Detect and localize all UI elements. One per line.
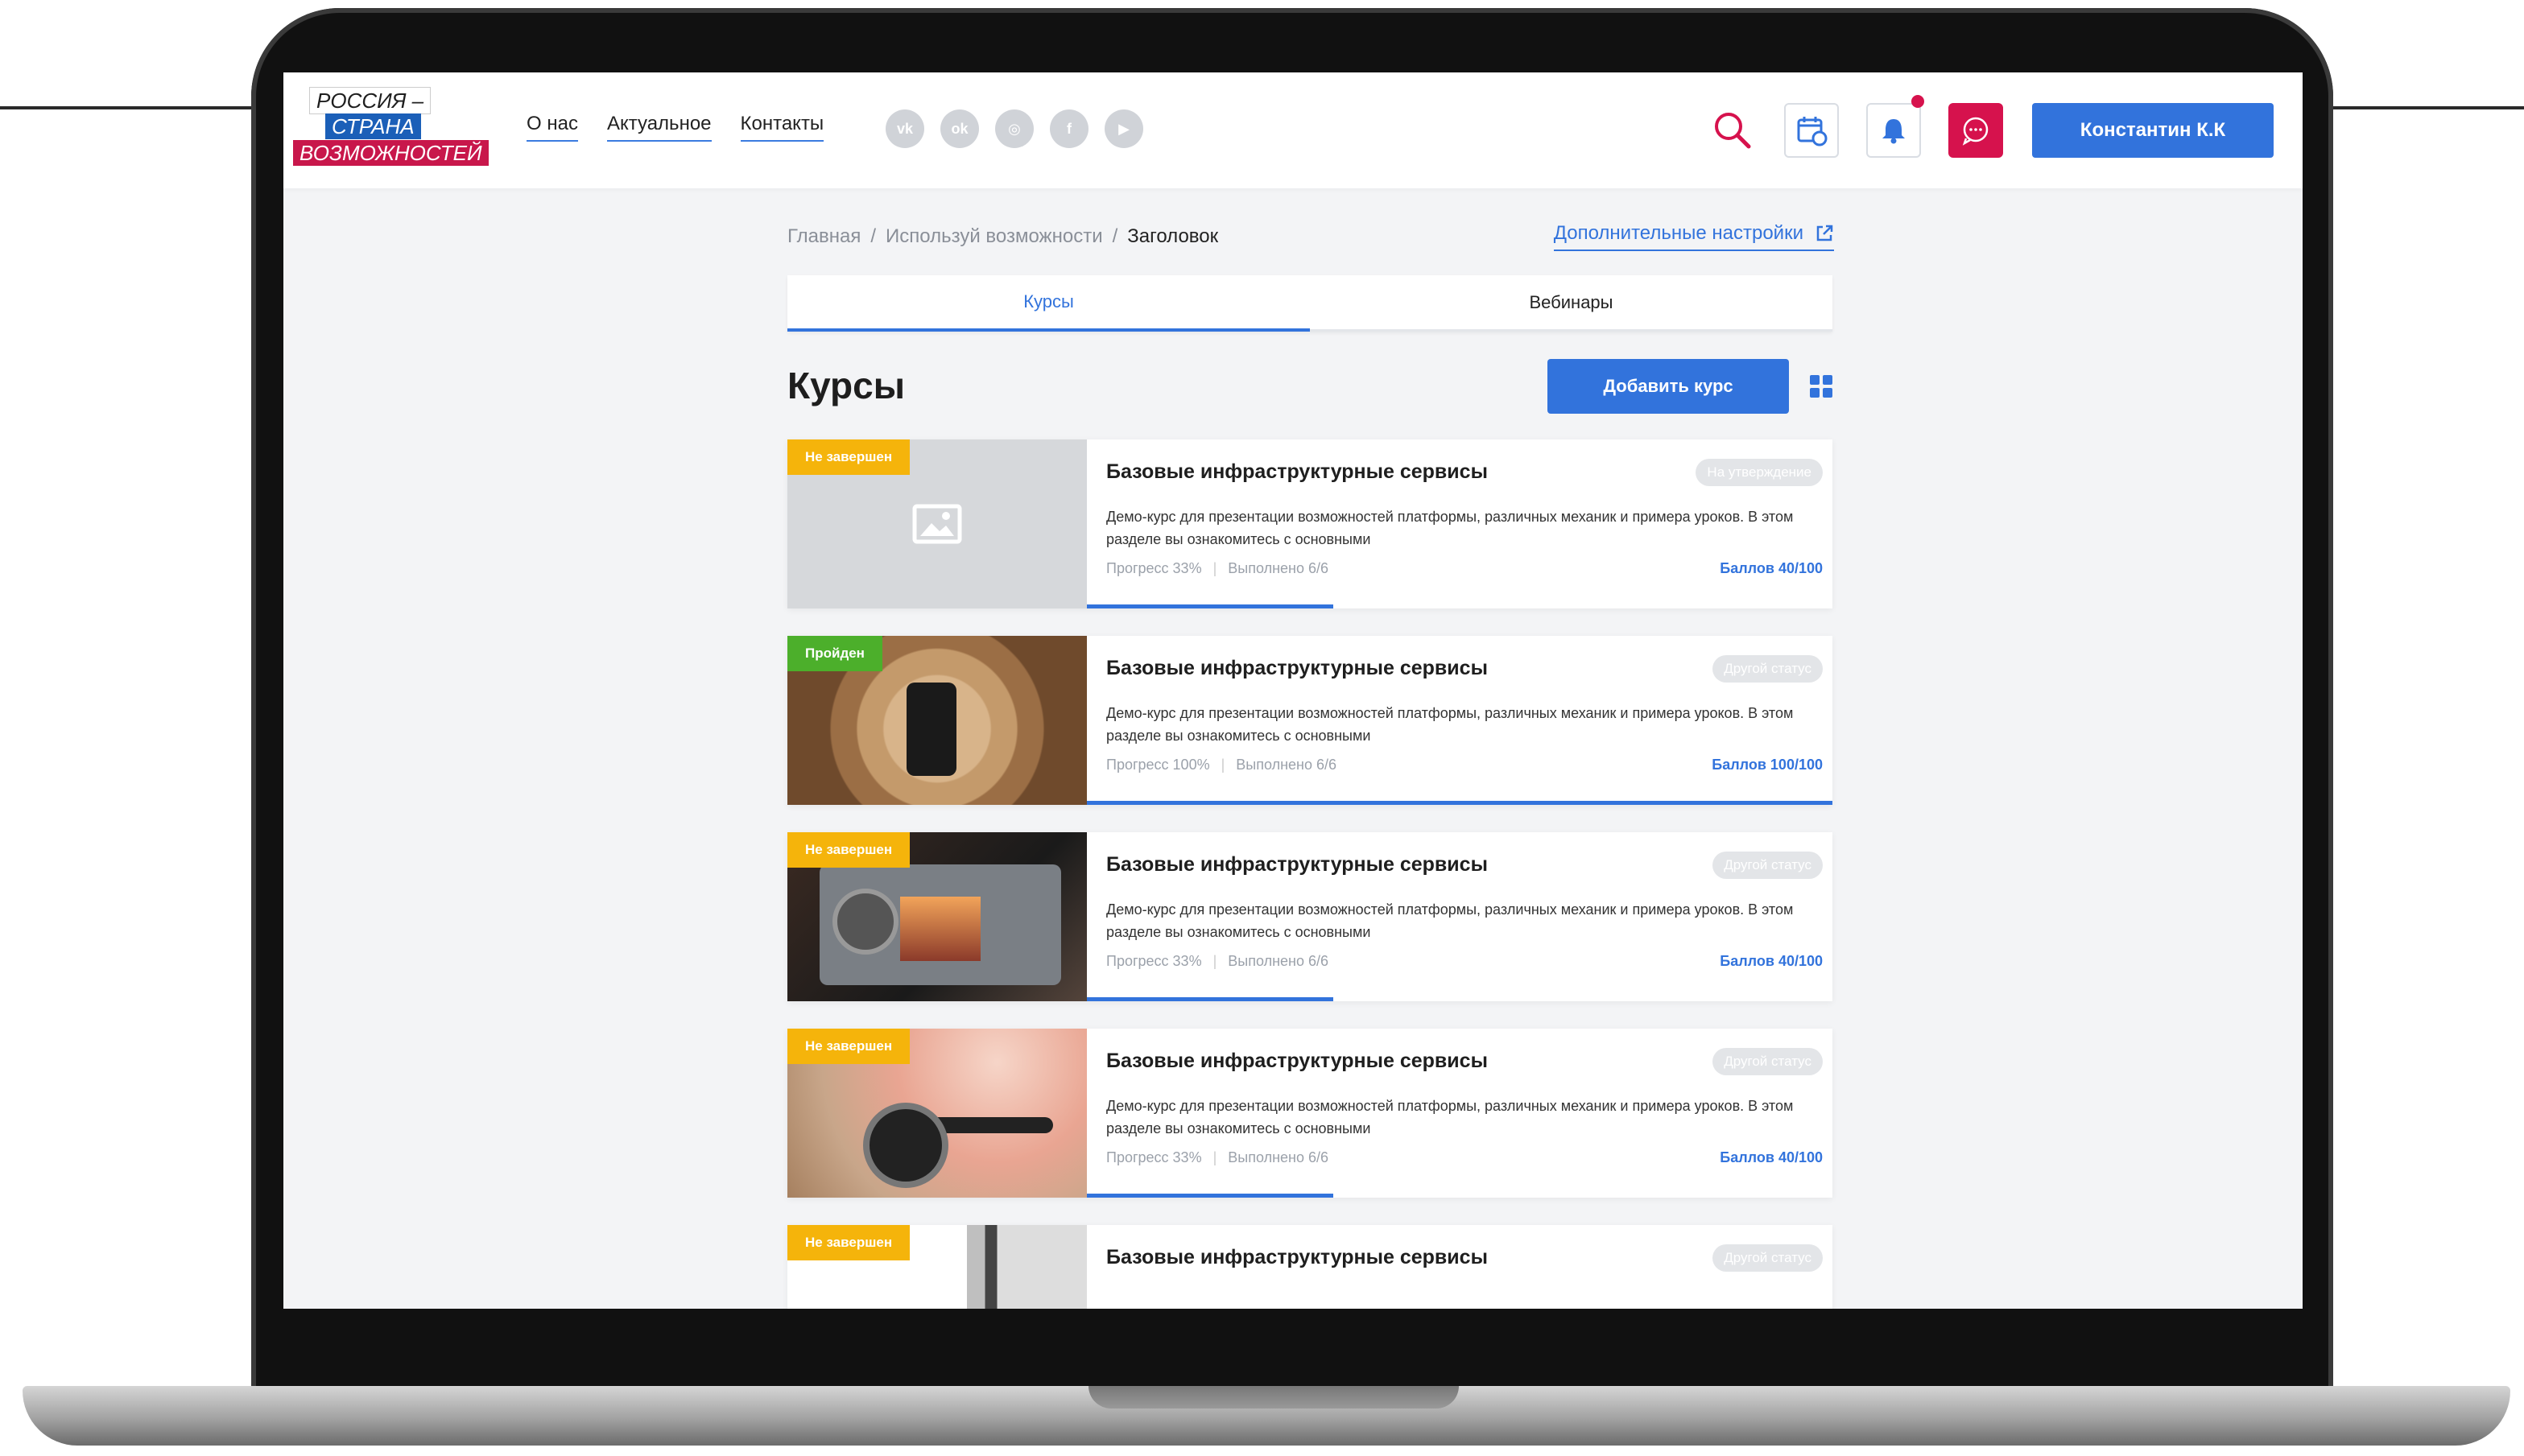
course-done-label: Выполнено 6/6 — [1228, 953, 1328, 969]
vk-icon[interactable]: vk — [886, 109, 924, 148]
course-score: Баллов 40/100 — [1720, 1149, 1823, 1165]
course-card[interactable]: Не завершен Базовые инфраструктурные сер… — [787, 1225, 1832, 1309]
odnoklassniki-icon[interactable]: ok — [940, 109, 979, 148]
course-done-label: Выполнено 6/6 — [1228, 1149, 1328, 1165]
nav-item-about[interactable]: О нас — [527, 113, 578, 142]
course-progress-label: Прогресс 33% — [1106, 560, 1202, 576]
app-screen: РОССИЯ – СТРАНА ВОЗМОЖНОСТЕЙ О нас Актуа… — [283, 72, 2303, 1309]
status-badge: Не завершен — [787, 832, 911, 868]
course-thumbnail: Не завершен — [787, 832, 1087, 1001]
course-thumbnail: Не завершен — [787, 1029, 1087, 1198]
course-meta: Прогресс 33% | Выполнено 6/6 — [1106, 953, 1328, 969]
course-card[interactable]: Не завершен Базовые инфраструктурные сер… — [787, 1029, 1832, 1198]
course-card[interactable]: Не завершен Базовые инфраструктурные сер… — [787, 439, 1832, 608]
user-profile-button[interactable]: Константин К.К — [2032, 103, 2274, 158]
facebook-icon[interactable]: f — [1050, 109, 1089, 148]
course-thumbnail: Не завершен — [787, 439, 1087, 608]
main-nav: О нас Актуальное Контакты — [527, 113, 824, 142]
logo-line-3: ВОЗМОЖНОСТЕЙ — [293, 140, 489, 166]
top-header: РОССИЯ – СТРАНА ВОЗМОЖНОСТЕЙ О нас Актуа… — [283, 72, 2303, 188]
laptop-notch — [1089, 1386, 1459, 1409]
chat-icon[interactable] — [1948, 103, 2003, 158]
course-list: Не завершен Базовые инфраструктурные сер… — [787, 439, 1832, 1309]
extra-settings-link[interactable]: Дополнительные настройки — [1553, 222, 1834, 251]
course-title[interactable]: Базовые инфраструктурные сервисы — [1106, 460, 1488, 484]
progress-bar — [1087, 801, 1832, 805]
course-status-pill: На утверждение — [1696, 459, 1823, 486]
progress-bar — [1087, 604, 1333, 608]
course-meta: Прогресс 33% | Выполнено 6/6 — [1106, 1149, 1328, 1165]
progress-bar — [1087, 1194, 1333, 1198]
course-description: Демо-курс для презентации возможностей п… — [1106, 509, 1794, 547]
course-thumbnail: Пройден — [787, 636, 1087, 805]
course-title[interactable]: Базовые инфраструктурные сервисы — [1106, 853, 1488, 876]
search-icon[interactable] — [1705, 103, 1760, 158]
tabs: Курсы Вебинары — [787, 275, 1832, 332]
breadcrumb-current: Заголовок — [1127, 225, 1219, 247]
course-body: Базовые инфраструктурные сервисы Другой … — [1106, 1225, 1823, 1309]
course-card[interactable]: Пройден Базовые инфраструктурные сервисы… — [787, 636, 1832, 805]
course-status-pill: Другой статус — [1712, 852, 1823, 879]
course-score: Баллов 100/100 — [1712, 757, 1823, 773]
logo-line-1: РОССИЯ – — [309, 87, 432, 114]
logo-line-2: СТРАНА — [325, 113, 421, 139]
phone-image — [907, 683, 956, 776]
course-description: Демо-курс для презентации возможностей п… — [1106, 1098, 1794, 1136]
instagram-icon[interactable]: ◎ — [995, 109, 1034, 148]
tab-courses[interactable]: Курсы — [787, 275, 1310, 332]
course-score: Баллов 40/100 — [1720, 560, 1823, 576]
course-status-pill: Другой статус — [1712, 1244, 1823, 1272]
course-thumbnail: Не завершен — [787, 1225, 1087, 1309]
breadcrumb-home[interactable]: Главная — [787, 225, 861, 247]
course-description: Демо-курс для презентации возможностей п… — [1106, 901, 1794, 940]
camera-screen — [900, 897, 981, 961]
nav-item-contacts[interactable]: Контакты — [740, 113, 824, 142]
background-line-right — [2311, 106, 2524, 109]
social-links: vk ok ◎ f ▶ — [886, 109, 1143, 148]
page-title: Курсы — [787, 365, 906, 406]
breadcrumb-section[interactable]: Используй возможности — [886, 225, 1103, 247]
headphones-image — [863, 1103, 948, 1188]
course-progress-label: Прогресс 33% — [1106, 1149, 1202, 1165]
course-meta: Прогресс 100% | Выполнено 6/6 — [1106, 757, 1337, 773]
breadcrumb: Главная / Используй возможности / Заголовок — [787, 225, 1219, 247]
image-placeholder-icon — [912, 504, 962, 544]
course-body: Базовые инфраструктурные сервисы Другой … — [1106, 832, 1823, 1001]
course-meta: Прогресс 33% | Выполнено 6/6 — [1106, 560, 1328, 576]
bell-icon[interactable] — [1866, 95, 1924, 158]
course-progress-label: Прогресс 100% — [1106, 757, 1210, 773]
course-progress-label: Прогресс 33% — [1106, 953, 1202, 969]
course-status-pill: Другой статус — [1712, 655, 1823, 683]
course-title[interactable]: Базовые инфраструктурные сервисы — [1106, 1050, 1488, 1073]
course-done-label: Выполнено 6/6 — [1236, 757, 1337, 773]
course-body: Базовые инфраструктурные сервисы Другой … — [1106, 1029, 1823, 1198]
tab-webinars[interactable]: Вебинары — [1310, 275, 1832, 332]
youtube-icon[interactable]: ▶ — [1105, 109, 1143, 148]
course-body: Базовые инфраструктурные сервисы Другой … — [1106, 636, 1823, 805]
notification-dot — [1911, 95, 1924, 108]
status-badge: Не завершен — [787, 1225, 911, 1260]
course-title[interactable]: Базовые инфраструктурные сервисы — [1106, 657, 1488, 680]
course-description: Демо-курс для презентации возможностей п… — [1106, 705, 1794, 744]
add-course-button[interactable]: Добавить курс — [1547, 359, 1789, 414]
extra-settings-label: Дополнительные настройки — [1553, 222, 1803, 244]
course-done-label: Выполнено 6/6 — [1228, 560, 1328, 576]
course-card[interactable]: Не завершен Базовые инфраструктурные сер… — [787, 832, 1832, 1001]
course-score: Баллов 40/100 — [1720, 953, 1823, 969]
course-title[interactable]: Базовые инфраструктурные сервисы — [1106, 1246, 1488, 1269]
calendar-icon[interactable] — [1784, 103, 1839, 158]
grid-view-icon[interactable] — [1810, 375, 1832, 398]
nav-item-news[interactable]: Актуальное — [606, 113, 712, 142]
background-line-left — [0, 106, 274, 109]
external-link-icon — [1816, 225, 1833, 241]
progress-bar — [1087, 997, 1333, 1001]
status-badge: Пройден — [787, 636, 882, 671]
status-badge: Не завершен — [787, 439, 911, 475]
status-badge: Не завершен — [787, 1029, 911, 1064]
camera-dial — [832, 889, 898, 955]
logo[interactable]: РОССИЯ – СТРАНА ВОЗМОЖНОСТЕЙ — [293, 87, 489, 169]
course-status-pill: Другой статус — [1712, 1048, 1823, 1075]
course-body: Базовые инфраструктурные сервисы На утве… — [1106, 439, 1823, 608]
